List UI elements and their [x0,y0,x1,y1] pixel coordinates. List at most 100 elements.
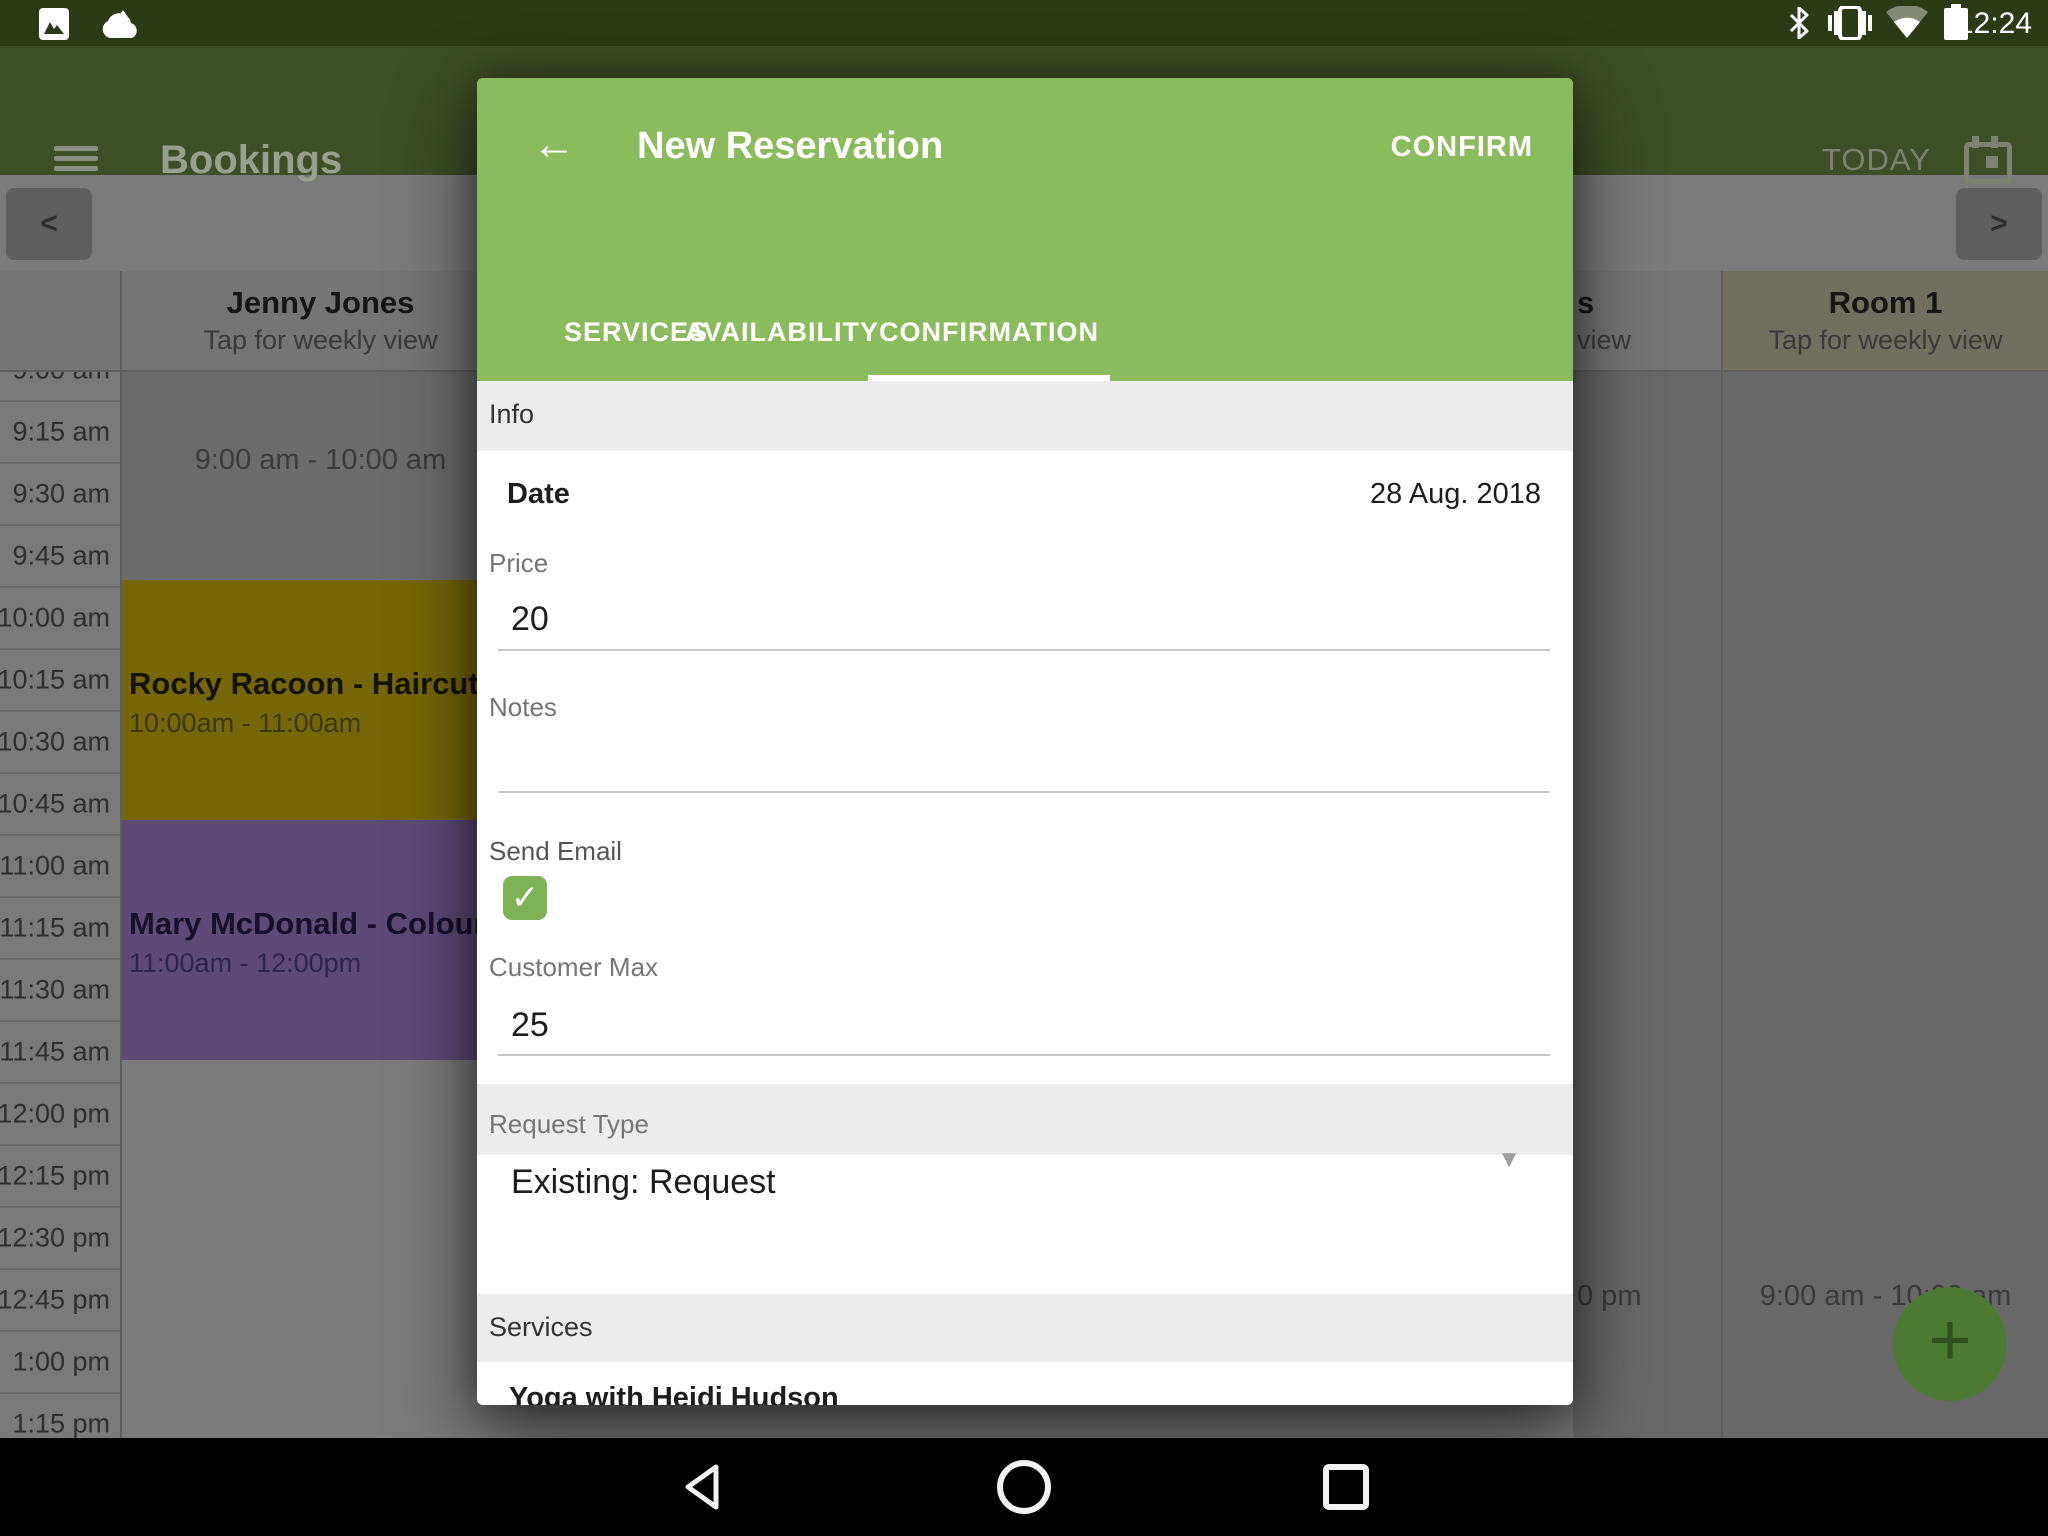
column-body-hidden[interactable]: 0 pm [1573,370,1721,1438]
time-row: 9:15 am [0,402,120,464]
time-label: 10:30 am [0,727,110,758]
back-arrow-icon[interactable]: ← [532,120,576,170]
time-row: 12:45 pm [0,1270,120,1332]
confirm-button[interactable]: CONFIRM [1391,131,1533,164]
time-row: 11:30 am [0,960,120,1022]
send-email-checkbox[interactable]: ✓ [503,876,547,920]
booking-mary-mcdonald[interactable]: Mary McDonald - Colour 11:00am - 12:00pm [121,820,520,1060]
tab-availability[interactable]: AVAILABILITY [685,303,837,377]
prev-day-button[interactable]: < [6,188,92,260]
time-row: 10:00 am [0,588,120,650]
customer-max-input[interactable]: 25 [511,1006,549,1045]
time-row: 12:30 pm [0,1208,120,1270]
nav-recents-button[interactable] [1266,1438,1426,1536]
time-label: 9:45 am [12,541,110,572]
price-input[interactable]: 20 [511,600,549,639]
date-label: Date [507,478,570,511]
time-label: 12:15 pm [0,1161,110,1192]
time-label: 11:15 am [0,913,110,944]
tab-services[interactable]: SERVICES [564,303,677,377]
booking-title: Mary McDonald - Colour [129,906,486,942]
notes-label: Notes [489,692,557,723]
staff-name-fragment: s [1573,285,1721,321]
time-label: 12:00 pm [0,1099,110,1130]
dialog-title: New Reservation [637,125,943,168]
photo-notification-icon [38,8,72,40]
time-label: 12:45 pm [0,1285,110,1316]
customer-max-label: Customer Max [489,952,658,983]
next-day-button[interactable]: > [1956,188,2042,260]
time-row: 11:45 am [0,1022,120,1084]
wifi-icon [1886,6,1928,40]
android-nav-bar [0,1438,2048,1536]
booking-time: 10:00am - 11:00am [129,708,361,739]
column-header-room1[interactable]: Room 1 Tap for weekly view [1723,271,2048,370]
bluetooth-icon [1788,7,1810,39]
time-row: 9:30 am [0,464,120,526]
time-label: 9:15 am [12,417,110,448]
time-label: 10:15 am [0,665,110,696]
time-label: 11:45 am [0,1037,110,1068]
room-name: Room 1 [1723,285,2048,321]
weekly-view-hint-fragment: view [1573,325,1721,356]
notes-underline [498,791,1550,793]
price-underline [498,649,1550,651]
status-clock: 12:24 [1957,7,2032,41]
dropdown-arrow-icon[interactable]: ▼ [1497,1146,1521,1174]
booking-title: Rocky Racoon - Haircut [129,666,479,702]
time-row: 10:45 am [0,774,120,836]
time-row: 9:45 am [0,526,120,588]
time-label: 11:00 am [0,851,110,882]
slot-label-fragment: 0 pm [1577,1280,1641,1313]
grid-line [1721,271,1723,1438]
slot-label: 9:00 am - 10:00 am [121,444,520,477]
booking-time: 11:00am - 12:00pm [129,948,361,979]
time-column: 9:00 am9:15 am9:30 am9:45 am10:00 am10:1… [0,340,120,1456]
service-item-title[interactable]: Yoga with Heidi Hudson [509,1382,839,1405]
page-title: Bookings [160,138,342,183]
status-bar: 12:24 [0,0,2048,46]
time-label: 12:30 pm [0,1223,110,1254]
time-row: 10:30 am [0,712,120,774]
time-label: 1:00 pm [12,1347,110,1378]
recents-icon [1322,1463,1370,1511]
time-row: 10:15 am [0,650,120,712]
time-label: 1:15 pm [12,1409,110,1440]
send-email-label: Send Email [489,836,622,867]
menu-icon[interactable] [54,146,98,172]
slot-label: 9:00 am - 10:00 am [1723,1280,2048,1313]
column-header-partial[interactable]: s view [1573,271,1721,370]
column-header-jenny-jones[interactable]: Jenny Jones Tap for weekly view [121,271,520,370]
time-label: 10:00 am [0,603,110,634]
time-row: 12:00 pm [0,1084,120,1146]
weekly-view-hint: Tap for weekly view [121,325,520,356]
services-section-label: Services [489,1312,593,1343]
info-section-label: Info [489,399,534,430]
nav-home-button[interactable] [944,1438,1104,1536]
calendar-icon[interactable] [1964,136,2006,176]
booking-rocky-racoon[interactable]: Rocky Racoon - Haircut 10:00am - 11:00am [121,580,520,820]
request-type-select[interactable]: Existing: Request [511,1163,776,1202]
time-row: 1:00 pm [0,1332,120,1394]
available-slot[interactable]: 9:00 am - 10:00 am [121,340,520,580]
back-icon [680,1463,724,1511]
dialog-header: ← New Reservation CONFIRM [477,78,1573,303]
home-icon [996,1459,1052,1515]
time-label: 9:30 am [12,479,110,510]
dialog-tabs: SERVICES AVAILABILITY CONFIRMATION [477,303,1573,381]
tab-confirmation[interactable]: CONFIRMATION [868,303,1110,377]
nav-back-button[interactable] [622,1438,782,1536]
time-row: 11:15 am [0,898,120,960]
price-label: Price [489,548,548,579]
services-section-band: Services [477,1294,1573,1362]
time-row: 12:15 pm [0,1146,120,1208]
staff-name: Jenny Jones [121,285,520,321]
today-button[interactable]: TODAY [1822,142,1931,178]
date-value[interactable]: 28 Aug. 2018 [1370,478,1541,511]
cloud-notification-icon [96,8,140,40]
grid-line [120,271,122,1438]
column-body-room1[interactable]: 9:00 am - 10:00 am [1723,370,2048,1438]
info-section-band: Info [477,381,1573,451]
new-reservation-dialog: ← New Reservation CONFIRM SERVICES AVAIL… [477,78,1573,1405]
add-booking-fab[interactable]: + [1893,1287,2007,1401]
